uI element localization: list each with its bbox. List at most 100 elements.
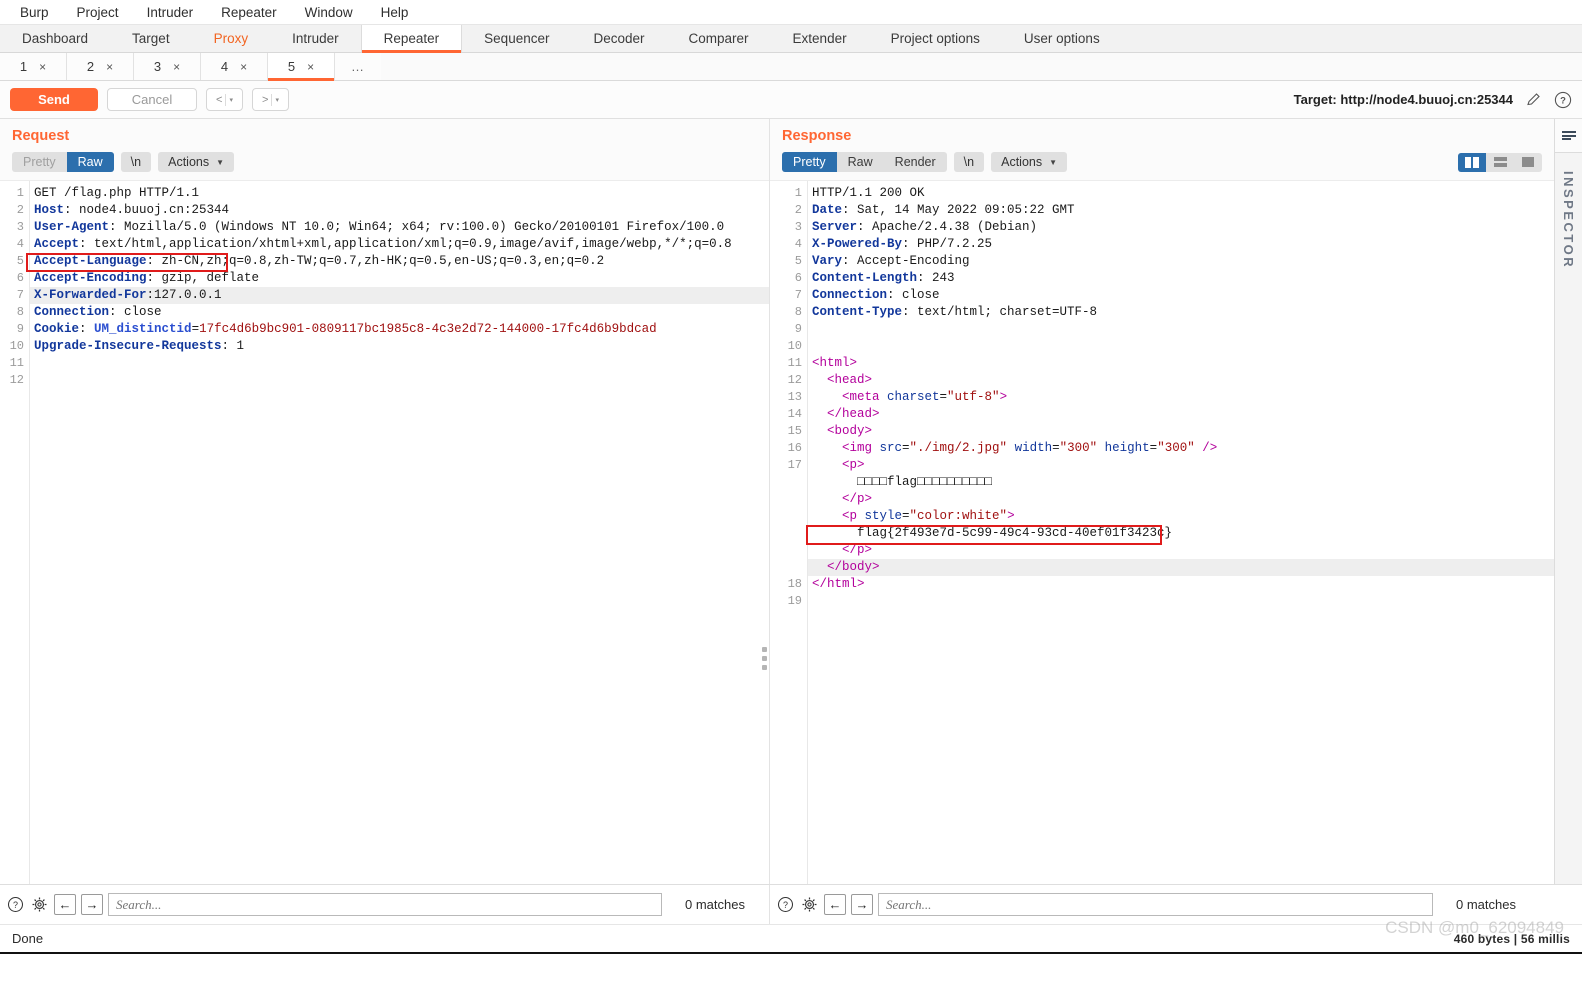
line-number (770, 508, 802, 525)
code-line: User-Agent: Mozilla/5.0 (Windows NT 10.0… (30, 219, 769, 236)
gear-icon[interactable] (800, 895, 819, 914)
tab-extender[interactable]: Extender (770, 25, 869, 52)
code-token: Accept (34, 237, 80, 251)
code-line: Server: Apache/2.4.38 (Debian) (808, 219, 1554, 236)
request-actions-button[interactable]: Actions ▼ (158, 152, 235, 172)
code-token: : Apache/2.4.38 (Debian) (857, 220, 1038, 234)
tab-repeater[interactable]: Repeater (360, 25, 463, 53)
status-text: Done (12, 931, 44, 946)
menu-item-intruder[interactable]: Intruder (133, 2, 208, 23)
tab-dashboard[interactable]: Dashboard (0, 25, 111, 52)
chevron-down-icon[interactable]: ▾ (275, 96, 279, 104)
pane-splitter-handle[interactable] (762, 647, 767, 670)
request-actions-label: Actions (168, 155, 210, 169)
code-token: </body> (812, 560, 880, 574)
code-line: <body> (808, 423, 1554, 440)
response-actions-label: Actions (1001, 155, 1043, 169)
repeater-tab-4[interactable]: 4 × (201, 53, 268, 80)
forward-button[interactable]: > ▾ (252, 88, 289, 111)
code-token: <meta (812, 390, 888, 404)
repeater-tab-5[interactable]: 5 × (268, 53, 335, 81)
tab-intruder[interactable]: Intruder (270, 25, 361, 52)
response-search-bar: ? ← → 0 matches (770, 885, 1540, 924)
repeater-tab-more[interactable]: … (335, 53, 381, 80)
close-icon[interactable]: × (173, 60, 180, 74)
tab-target[interactable]: Target (110, 25, 192, 52)
line-number: 8 (794, 305, 802, 319)
line-number: 9 (794, 322, 802, 336)
chevron-down-icon[interactable]: ▾ (229, 96, 233, 104)
response-actions-button[interactable]: Actions ▼ (991, 152, 1068, 172)
request-newline-toggle[interactable]: \n (120, 152, 152, 172)
help-icon[interactable]: ? (1554, 91, 1572, 109)
tab-sequencer[interactable]: Sequencer (462, 25, 572, 52)
request-code[interactable]: GET /flag.php HTTP/1.1 Host: node4.buuoj.… (30, 181, 769, 884)
response-mode-render[interactable]: Render (884, 152, 947, 172)
single-view-icon[interactable] (1514, 153, 1542, 172)
search-next-button[interactable]: → (851, 894, 873, 915)
code-token: <img (812, 441, 880, 455)
search-next-button[interactable]: → (81, 894, 103, 915)
response-search-input[interactable] (878, 893, 1433, 916)
stacked-view-icon[interactable] (1486, 153, 1514, 172)
response-code[interactable]: HTTP/1.1 200 OK Date: Sat, 14 May 2022 09… (808, 181, 1554, 884)
collapse-icon[interactable] (1555, 119, 1582, 153)
code-token: > (1007, 509, 1015, 523)
code-token: : zh-CN,zh;q=0.8,zh-TW;q=0.7,zh-HK;q=0.5… (146, 254, 605, 268)
search-prev-button[interactable]: ← (824, 894, 846, 915)
line-number: 7 (794, 288, 802, 302)
response-editor[interactable]: 1 2 3 4 5 6 7 8 9 10 11 12 13 14 15 16 17 18 19 HTTP/1.1 2… (770, 180, 1554, 884)
help-icon[interactable]: ? (776, 895, 795, 914)
dot (762, 665, 767, 670)
tab-proxy[interactable]: Proxy (191, 25, 271, 52)
code-token: = (939, 390, 948, 404)
code-token: : text/html,application/xhtml+xml,applic… (79, 237, 732, 251)
menu-item-repeater[interactable]: Repeater (207, 2, 291, 23)
request-mode-pretty[interactable]: Pretty (12, 152, 67, 172)
request-search-input[interactable] (108, 893, 662, 916)
request-editor[interactable]: 1 2 3 4 5 6 7 8 9 10 11 12 GET /flag.php HTTP/1.1 Ho… (0, 180, 769, 884)
close-icon[interactable]: × (106, 60, 113, 74)
line-number: 4 (16, 237, 24, 251)
request-view-mode-group: Pretty Raw (12, 152, 114, 172)
code-line: <img src="./img/2.jpg" width="300" heigh… (808, 440, 1554, 457)
tab-decoder[interactable]: Decoder (571, 25, 667, 52)
split-view-icon[interactable] (1458, 152, 1486, 172)
code-line: □□□□flag□□□□□□□□□□ (808, 474, 1554, 491)
back-button[interactable]: < ▾ (206, 88, 243, 111)
close-icon[interactable]: × (307, 60, 314, 74)
menu-item-window[interactable]: Window (291, 2, 367, 23)
tab-comparer[interactable]: Comparer (666, 25, 771, 52)
pencil-icon[interactable] (1525, 91, 1542, 108)
menu-item-help[interactable]: Help (367, 2, 423, 23)
line-number: 6 (794, 271, 802, 285)
close-icon[interactable]: × (39, 60, 46, 74)
repeater-tab-3[interactable]: 3 × (134, 53, 201, 80)
code-token: 17fc4d6b9bc901-0809117bc1985c8-4c3e2d72-… (199, 322, 657, 336)
dot (762, 656, 767, 661)
close-icon[interactable]: × (240, 60, 247, 74)
tab-user-options[interactable]: User options (1001, 25, 1122, 52)
search-prev-button[interactable]: ← (54, 894, 76, 915)
gear-icon[interactable] (30, 895, 49, 914)
cancel-button[interactable]: Cancel (107, 88, 197, 111)
code-token: : node4.buuoj.cn:25344 (64, 203, 230, 217)
code-token: </head> (812, 407, 880, 421)
send-button[interactable]: Send (10, 88, 98, 111)
repeater-tab-1[interactable]: 1 × (0, 53, 67, 80)
code-line: </body> (808, 559, 1554, 576)
inspector-label[interactable]: INSPECTOR (1561, 171, 1576, 269)
response-mode-pretty[interactable]: Pretty (782, 152, 837, 172)
help-icon[interactable]: ? (6, 895, 25, 914)
code-line: </p> (808, 491, 1554, 508)
response-mode-raw[interactable]: Raw (837, 152, 884, 172)
line-number: 10 (787, 339, 802, 353)
repeater-tab-2[interactable]: 2 × (67, 53, 134, 80)
response-newline-toggle[interactable]: \n (953, 152, 985, 172)
menu-item-burp[interactable]: Burp (6, 2, 63, 23)
request-mode-raw[interactable]: Raw (66, 152, 114, 172)
tab-project-options[interactable]: Project options (868, 25, 1002, 52)
menu-item-project[interactable]: Project (63, 2, 133, 23)
line-number (770, 559, 802, 576)
